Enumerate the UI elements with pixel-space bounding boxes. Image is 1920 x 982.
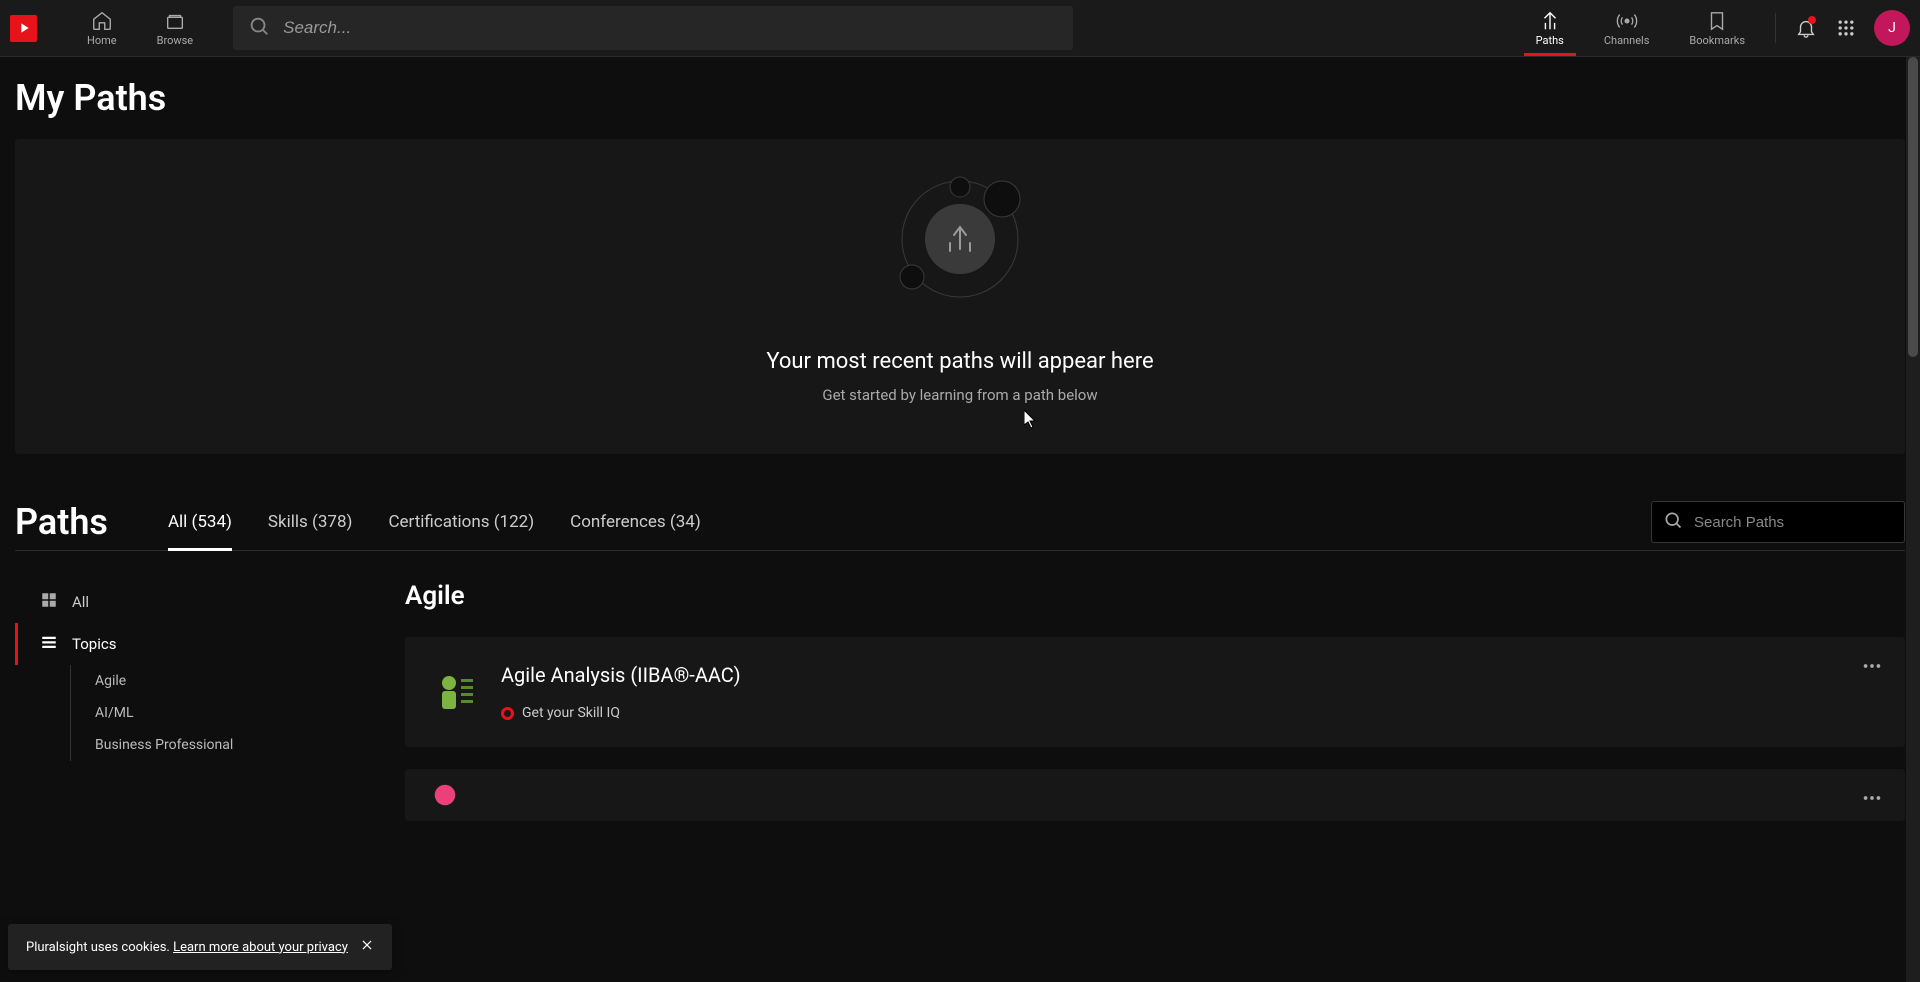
nav-browse[interactable]: Browse	[137, 0, 214, 56]
global-search-input[interactable]	[233, 6, 1073, 50]
global-search-container	[233, 6, 1073, 50]
path-card-info: Agile Analysis (IIBA®-AAC) Get your Skil…	[501, 663, 1877, 721]
path-card-icon	[433, 671, 475, 713]
paths-search-input[interactable]	[1651, 501, 1905, 543]
scrollbar-track[interactable]	[1906, 57, 1920, 982]
category-title: Agile	[405, 581, 1905, 611]
avatar-initial: J	[1888, 20, 1896, 36]
sidebar-subitem-business[interactable]: Business Professional	[71, 729, 405, 761]
more-horizontal-icon	[1861, 655, 1883, 677]
path-card-title: Agile Analysis (IIBA®-AAC)	[501, 663, 1877, 687]
paths-body: All Topics Agile AI/ML Business Professi…	[15, 581, 1905, 843]
paths-main-column: Agile Agile Analysis (IIBA®-AAC) Get you…	[405, 581, 1905, 843]
notification-dot	[1808, 16, 1816, 24]
path-card-icon	[433, 783, 457, 807]
tab-all[interactable]: All (534)	[168, 494, 232, 550]
paths-sidebar: All Topics Agile AI/ML Business Professi…	[15, 581, 405, 843]
search-icon	[1663, 510, 1683, 534]
sidebar-subitem-aiml[interactable]: AI/ML	[71, 697, 405, 729]
grid-icon	[40, 591, 58, 613]
path-card[interactable]: Agile Analysis (IIBA®-AAC) Get your Skil…	[405, 637, 1905, 747]
sidebar-topics[interactable]: Topics	[15, 623, 405, 665]
paths-icon	[1538, 10, 1562, 32]
more-horizontal-icon	[1861, 787, 1883, 809]
nav-paths-label: Paths	[1536, 34, 1564, 47]
path-card-more-button[interactable]	[1861, 655, 1883, 681]
sidebar-sublist: Agile AI/ML Business Professional	[70, 665, 405, 761]
channels-icon	[1615, 10, 1639, 32]
nav-bookmarks-label: Bookmarks	[1689, 34, 1745, 47]
nav-paths[interactable]: Paths	[1516, 0, 1584, 56]
browse-icon	[163, 10, 187, 32]
apps-grid-icon	[1836, 18, 1856, 38]
paths-tabs: All (534) Skills (378) Certifications (1…	[168, 494, 1651, 550]
page-title: My Paths	[15, 77, 1920, 119]
home-icon	[90, 10, 114, 32]
sidebar-subitem-agile[interactable]: Agile	[71, 665, 405, 697]
nav-divider	[1775, 13, 1776, 43]
empty-state-illustration	[890, 169, 1030, 309]
app-header: Home Browse Paths Channels Bookmarks J	[0, 0, 1920, 57]
pluralsight-logo[interactable]	[10, 15, 37, 42]
skill-iq-dot-icon	[501, 707, 514, 720]
close-icon	[360, 938, 374, 952]
notifications-button[interactable]	[1786, 8, 1826, 48]
cookie-text: Pluralsight uses cookies.	[26, 940, 170, 955]
sidebar-all-label: All	[72, 593, 89, 611]
main-content: My Paths Your most recent paths will app…	[0, 57, 1920, 982]
paths-section-title: Paths	[15, 501, 108, 543]
path-card-more-button[interactable]	[1861, 787, 1883, 813]
skill-iq-text: Get your Skill IQ	[522, 705, 620, 721]
sidebar-topics-label: Topics	[72, 635, 116, 653]
path-card[interactable]	[405, 769, 1905, 821]
list-icon	[40, 633, 58, 655]
cookie-privacy-link[interactable]: Learn more about your privacy	[173, 940, 348, 955]
play-logo-icon	[16, 20, 32, 36]
search-icon	[248, 15, 270, 41]
nav-home-label: Home	[87, 34, 117, 47]
apps-grid-button[interactable]	[1826, 8, 1866, 48]
sidebar-all[interactable]: All	[15, 581, 405, 623]
paths-section-header: Paths All (534) Skills (378) Certificati…	[15, 494, 1905, 551]
nav-channels-label: Channels	[1604, 34, 1650, 47]
scrollbar-thumb[interactable]	[1908, 57, 1918, 357]
tab-conferences[interactable]: Conferences (34)	[570, 494, 701, 550]
nav-browse-label: Browse	[157, 34, 194, 47]
my-paths-empty-state: Your most recent paths will appear here …	[15, 139, 1905, 454]
paths-search-wrap	[1651, 501, 1905, 543]
bookmark-icon	[1706, 10, 1728, 32]
skill-iq-row[interactable]: Get your Skill IQ	[501, 705, 1877, 721]
tab-skills[interactable]: Skills (378)	[268, 494, 353, 550]
nav-home[interactable]: Home	[67, 0, 137, 56]
nav-bookmarks[interactable]: Bookmarks	[1669, 0, 1765, 56]
tab-certifications[interactable]: Certifications (122)	[388, 494, 534, 550]
nav-channels[interactable]: Channels	[1584, 0, 1670, 56]
user-avatar[interactable]: J	[1874, 10, 1910, 46]
cookie-banner: Pluralsight uses cookies. Learn more abo…	[8, 924, 392, 970]
empty-state-title: Your most recent paths will appear here	[766, 349, 1153, 374]
cookie-close-button[interactable]	[360, 938, 374, 956]
empty-state-subtitle: Get started by learning from a path belo…	[822, 386, 1097, 404]
